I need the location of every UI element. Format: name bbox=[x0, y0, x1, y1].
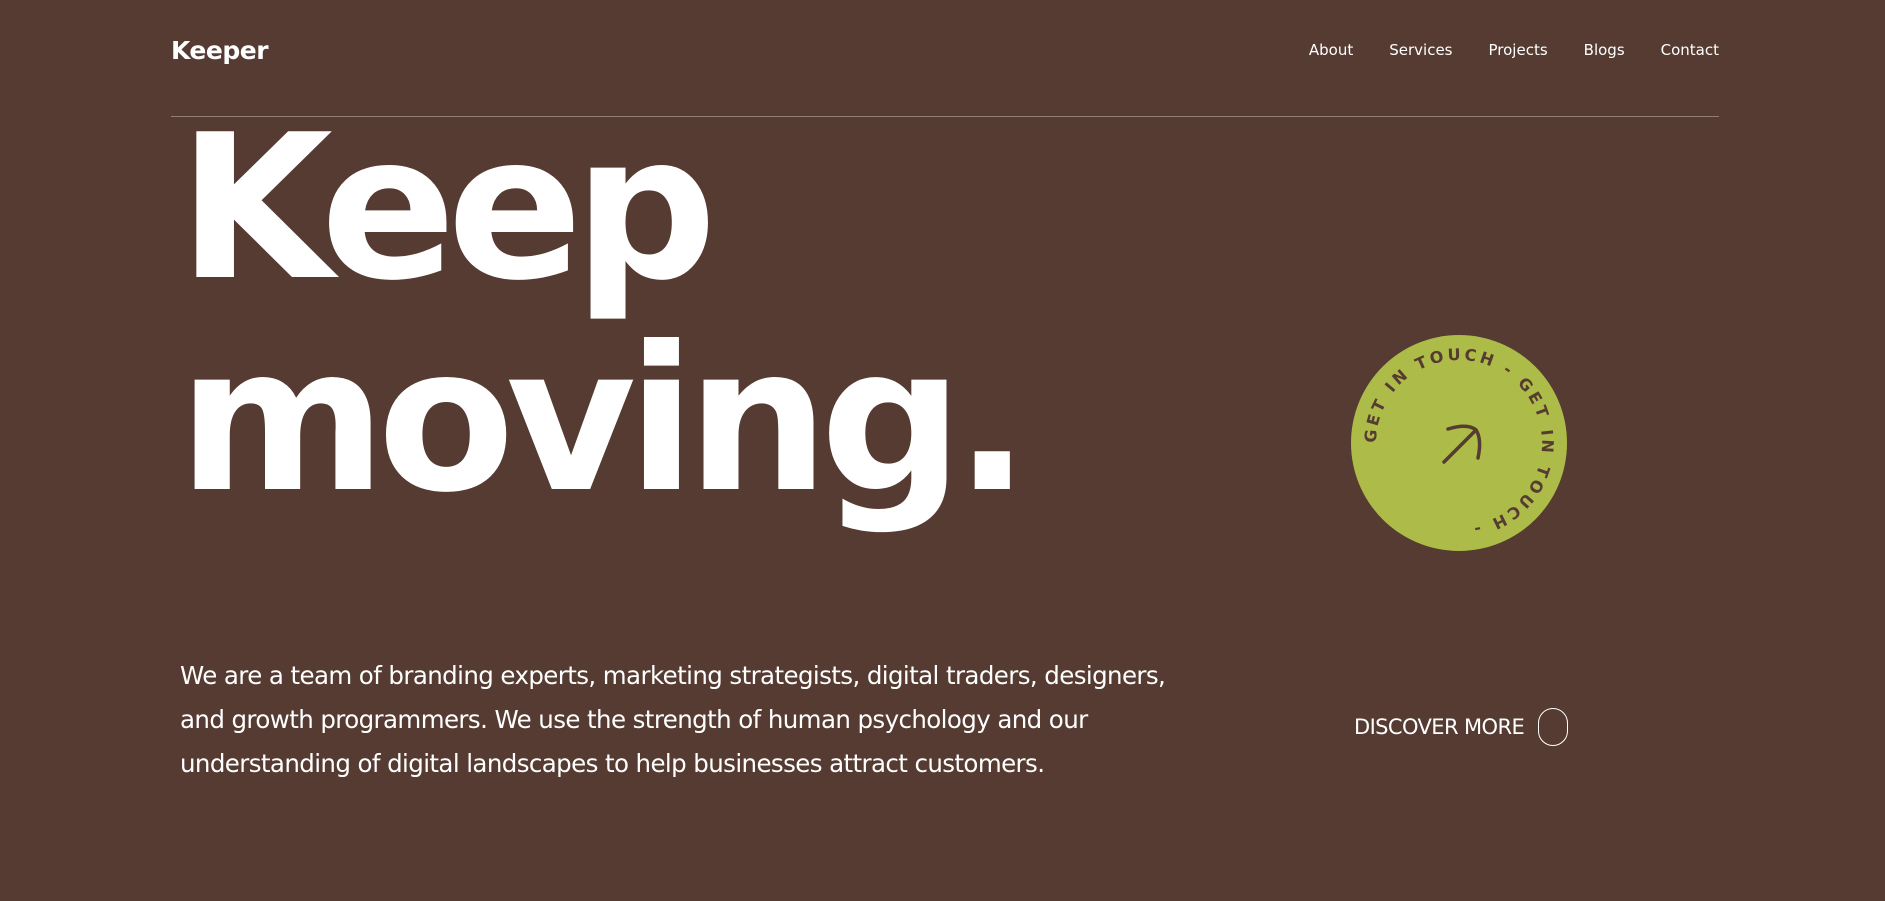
get-in-touch-badge[interactable]: GET IN TOUCH - GET IN TOUCH - bbox=[1351, 335, 1567, 551]
logo[interactable]: Keeper bbox=[171, 36, 269, 65]
main-nav: About Services Projects Blogs Contact bbox=[1273, 41, 1719, 59]
intro-paragraph: We are a team of branding experts, marke… bbox=[180, 661, 1166, 778]
nav-about[interactable]: About bbox=[1309, 41, 1353, 59]
hero-title: Keep moving. bbox=[178, 92, 1030, 537]
nav-contact[interactable]: Contact bbox=[1661, 41, 1719, 59]
arrow-up-right-icon bbox=[1442, 424, 1482, 464]
badge-ring-textpath: GET IN TOUCH - GET IN TOUCH - bbox=[1361, 345, 1554, 540]
discover-more-button[interactable]: DISCOVER MORE bbox=[1354, 706, 1569, 748]
nav-blogs[interactable]: Blogs bbox=[1584, 41, 1625, 59]
badge-graphic: GET IN TOUCH - GET IN TOUCH - bbox=[1361, 345, 1558, 540]
hero-title-line-2: moving. bbox=[178, 304, 1030, 537]
nav-services[interactable]: Services bbox=[1389, 41, 1452, 59]
hero-title-line-1: Keep bbox=[178, 92, 717, 325]
badge-ring-text: GET IN TOUCH - GET IN TOUCH - bbox=[1361, 345, 1558, 540]
discover-more-label: DISCOVER MORE bbox=[1354, 715, 1525, 739]
discover-more-pill-icon bbox=[1538, 708, 1569, 746]
nav-projects[interactable]: Projects bbox=[1489, 41, 1548, 59]
